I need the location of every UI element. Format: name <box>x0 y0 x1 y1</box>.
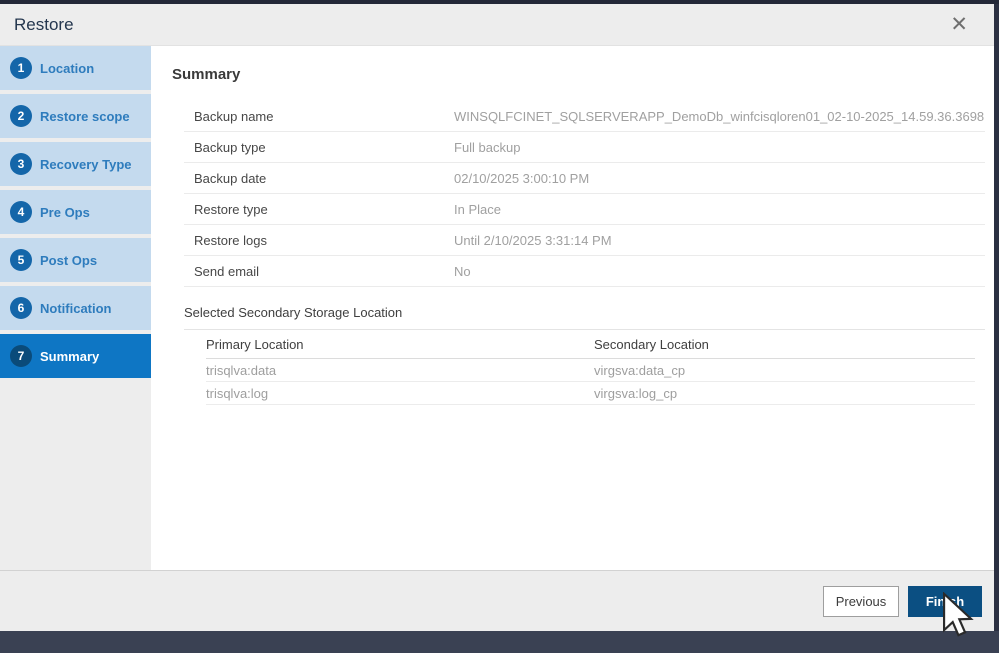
step-number-badge: 6 <box>10 297 32 319</box>
sidebar-item-restore-scope[interactable]: 2 Restore scope <box>0 94 151 138</box>
row-value: Full backup <box>454 139 521 155</box>
table-row: trisqlva:data virgsva:data_cp <box>206 359 975 382</box>
row-label: Restore type <box>194 201 268 217</box>
secondary-location-cell: virgsva:data_cp <box>594 362 686 378</box>
window-edge-bottom <box>0 631 999 653</box>
row-value: 02/10/2025 3:00:10 PM <box>454 170 590 186</box>
window-edge-right <box>994 4 999 631</box>
table-header-row: Primary Location Secondary Location <box>206 330 975 359</box>
dialog-footer: Previous Finish <box>0 570 999 631</box>
dialog-titlebar: Restore ✕ <box>0 4 994 46</box>
step-number-badge: 7 <box>10 345 32 367</box>
row-label: Backup type <box>194 139 266 155</box>
dialog-title: Restore <box>14 14 74 34</box>
column-header-secondary: Secondary Location <box>594 336 709 352</box>
summary-row-restore-logs: Restore logs Until 2/10/2025 3:31:14 PM <box>184 225 985 256</box>
row-value: No <box>454 263 471 279</box>
sidebar-item-recovery-type[interactable]: 3 Recovery Type <box>0 142 151 186</box>
finish-button[interactable]: Finish <box>908 585 982 617</box>
row-value: In Place <box>454 201 501 217</box>
close-icon[interactable]: ✕ <box>944 12 974 37</box>
row-value: Until 2/10/2025 3:31:14 PM <box>454 232 612 248</box>
sidebar-item-post-ops[interactable]: 5 Post Ops <box>0 238 151 282</box>
step-label: Recovery Type <box>40 156 132 172</box>
row-label: Restore logs <box>194 232 267 248</box>
row-label: Backup date <box>194 170 267 186</box>
step-number-badge: 4 <box>10 201 32 223</box>
page-title: Summary <box>172 66 241 83</box>
step-label: Post Ops <box>40 252 98 268</box>
secondary-location-cell: virgsva:log_cp <box>594 385 678 401</box>
summary-panel: Summary Backup name WINSQLFCINET_SQLSERV… <box>151 46 994 570</box>
step-label: Location <box>40 60 95 76</box>
summary-row-restore-type: Restore type In Place <box>184 194 985 225</box>
sidebar-item-pre-ops[interactable]: 4 Pre Ops <box>0 190 151 234</box>
previous-button[interactable]: Previous <box>823 585 899 617</box>
step-number-badge: 3 <box>10 153 32 175</box>
storage-location-table: Primary Location Secondary Location tris… <box>206 330 975 405</box>
primary-location-cell: trisqlva:log <box>206 385 269 401</box>
summary-row-backup-name: Backup name WINSQLFCINET_SQLSERVERAPP_De… <box>184 101 985 132</box>
sidebar-item-summary[interactable]: 7 Summary <box>0 334 151 378</box>
sidebar-item-notification[interactable]: 6 Notification <box>0 286 151 330</box>
step-label: Pre Ops <box>40 204 90 220</box>
restore-dialog: Restore ✕ 1 Location 2 Restore scope 3 R… <box>0 0 999 653</box>
primary-location-cell: trisqlva:data <box>206 362 277 378</box>
step-number-badge: 5 <box>10 249 32 271</box>
step-number-badge: 2 <box>10 105 32 127</box>
summary-row-backup-type: Backup type Full backup <box>184 132 985 163</box>
wizard-steps-sidebar: 1 Location 2 Restore scope 3 Recovery Ty… <box>0 46 151 382</box>
step-label: Notification <box>40 300 112 316</box>
summary-row-send-email: Send email No <box>184 256 985 287</box>
step-number-badge: 1 <box>10 57 32 79</box>
row-value: WINSQLFCINET_SQLSERVERAPP_DemoDb_winfcis… <box>454 108 985 124</box>
step-label: Summary <box>40 348 100 364</box>
column-header-primary: Primary Location <box>206 336 304 352</box>
row-label: Backup name <box>194 108 274 124</box>
row-label: Send email <box>194 263 260 279</box>
step-label: Restore scope <box>40 108 130 124</box>
summary-row-backup-date: Backup date 02/10/2025 3:00:10 PM <box>184 163 985 194</box>
sidebar-item-location[interactable]: 1 Location <box>0 46 151 90</box>
secondary-storage-heading: Selected Secondary Storage Location <box>184 305 985 330</box>
table-row: trisqlva:log virgsva:log_cp <box>206 382 975 405</box>
